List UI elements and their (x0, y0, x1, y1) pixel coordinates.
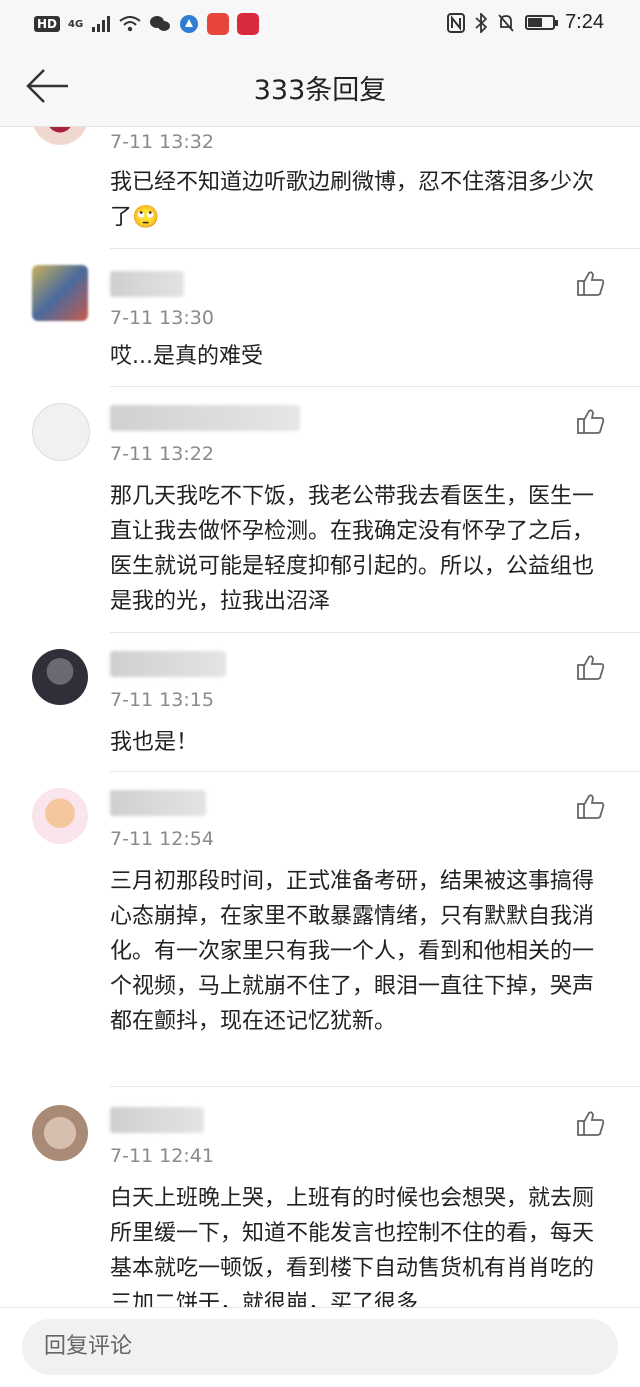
username-blurred[interactable] (110, 790, 206, 816)
comment-text: 三月初那段时间，正式准备考研，结果被这事搞得心态崩掉，在家里不敢暴露情绪，只有默… (110, 869, 595, 1034)
status-bar: HD 4G 7:24 (0, 0, 640, 48)
avatar[interactable] (32, 403, 90, 461)
status-right: 7:24 (447, 11, 604, 34)
username-blurred[interactable] (110, 1107, 204, 1133)
nfc-icon (447, 12, 466, 33)
comment-time: 7-11 13:32 (110, 131, 214, 153)
network-type: 4G (68, 18, 84, 30)
divider (110, 632, 640, 633)
comment-list[interactable]: 7-11 13:32 我已经不知道边听歌边刷微博，忍不住落泪多少次了🙄 7-11… (0, 127, 640, 1307)
reply-comment-input[interactable]: 回复评论 (22, 1319, 618, 1375)
app-blue-icon (180, 15, 199, 33)
mute-bell-icon (498, 13, 514, 32)
signal-icon (92, 16, 111, 32)
divider (110, 771, 640, 772)
hd-badge: HD (34, 16, 61, 32)
username-blurred[interactable] (110, 405, 300, 431)
thumbs-up-icon[interactable] (576, 792, 606, 820)
comment-time: 7-11 12:41 (110, 1145, 214, 1167)
avatar[interactable] (32, 265, 88, 321)
top-nav-bar: 333条回复 (0, 48, 640, 127)
comment-text: 白天上班晚上哭，上班有的时候也会想哭，就去厕所里缓一下，知道不能发言也控制不住的… (110, 1186, 595, 1307)
wechat-icon (150, 16, 171, 31)
bluetooth-icon (475, 12, 488, 33)
thumbs-up-icon[interactable] (576, 407, 606, 435)
comment-text: 那几天我吃不下饭，我老公带我去看医生，医生一直让我去做怀孕检测。在我确定没有怀孕… (110, 484, 595, 614)
comment-text: 哎...是真的难受 (110, 344, 263, 369)
avatar[interactable] (32, 1105, 88, 1161)
status-left: HD 4G (34, 13, 260, 35)
username-blurred[interactable] (110, 271, 184, 297)
divider (110, 386, 640, 387)
page-title: 333条回复 (253, 75, 387, 106)
avatar[interactable] (32, 649, 88, 705)
thumbs-up-icon[interactable] (576, 1109, 606, 1137)
divider (110, 248, 640, 249)
huawei-store-icon (237, 13, 260, 35)
comment-time: 7-11 13:30 (110, 307, 214, 329)
thumbs-up-icon[interactable] (576, 653, 606, 681)
wifi-icon (119, 16, 141, 32)
avatar[interactable] (32, 127, 88, 145)
comment-time: 7-11 12:54 (110, 828, 214, 850)
reply-bar: 回复评论 (0, 1307, 640, 1387)
comment-text: 我已经不知道边听歌边刷微博，忍不住落泪多少次了🙄 (110, 170, 595, 230)
status-time: 7:24 (565, 11, 604, 33)
comment-text: 我也是！ (110, 730, 199, 755)
divider (110, 1086, 640, 1087)
battery-icon (525, 15, 559, 30)
huawei-app-icon (207, 13, 230, 35)
username-blurred[interactable] (110, 651, 226, 677)
avatar[interactable] (32, 788, 88, 844)
comment-time: 7-11 13:22 (110, 443, 214, 465)
comment-time: 7-11 13:15 (110, 689, 214, 711)
battery-fill (528, 18, 543, 27)
thumbs-up-icon[interactable] (576, 269, 606, 297)
